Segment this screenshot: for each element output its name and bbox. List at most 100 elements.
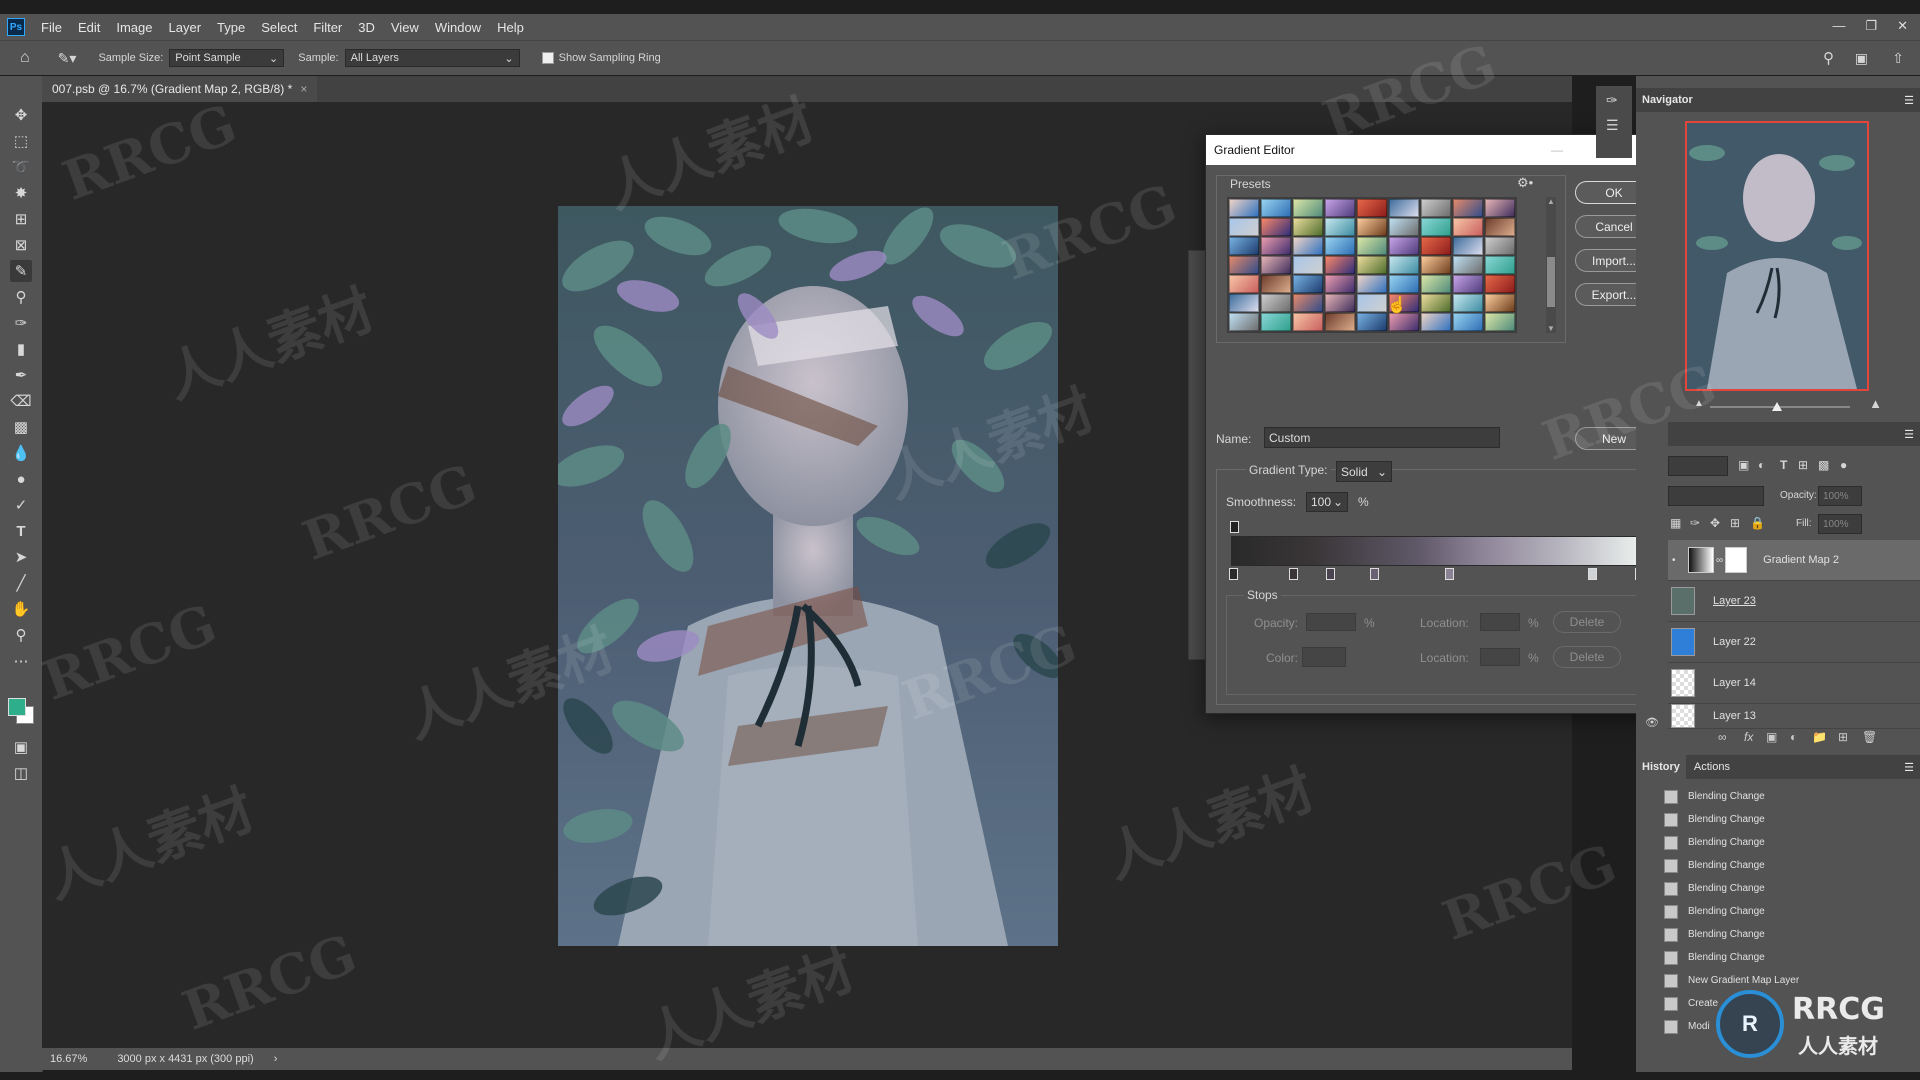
quick-mask-icon[interactable]: ▣ (10, 736, 32, 758)
gradient-preset-swatch[interactable] (1421, 294, 1451, 312)
gradient-preset-swatch[interactable] (1325, 294, 1355, 312)
gradient-preset-swatch[interactable] (1357, 218, 1387, 236)
document-tab[interactable]: 007.psb @ 16.7% (Gradient Map 2, RGB/8) … (42, 76, 318, 102)
gradient-preset-swatch[interactable] (1389, 256, 1419, 274)
filter-smart-object-icon[interactable]: ▩ (1818, 458, 1829, 472)
delete-color-stop-button[interactable]: Delete (1553, 646, 1621, 668)
gradient-preset-swatch[interactable] (1357, 199, 1387, 217)
eyedropper-tool-preset-icon[interactable]: ✎▾ (58, 50, 77, 67)
history-panel-menu-icon[interactable]: ☰ (1904, 761, 1914, 774)
history-item[interactable]: Blending Change (1636, 900, 1920, 923)
minimize-icon[interactable]: — (1832, 18, 1845, 34)
tab-actions[interactable]: Actions (1686, 761, 1738, 773)
dialog-minimize-icon[interactable]: — (1551, 143, 1563, 157)
gradient-preset-swatch[interactable] (1293, 256, 1323, 274)
history-brush-icon[interactable]: ✒ (10, 364, 32, 386)
gradient-preset-swatch[interactable] (1389, 237, 1419, 255)
zoom-tool-icon[interactable]: ⚲ (10, 624, 32, 646)
gradient-preset-swatch[interactable] (1325, 313, 1355, 331)
dodge-tool-icon[interactable]: ● (10, 468, 32, 490)
gradient-preview-bar[interactable] (1231, 536, 1645, 566)
menu-help[interactable]: Help (489, 20, 532, 35)
add-mask-icon[interactable]: ▣ (1766, 730, 1777, 744)
paint-bucket-icon[interactable]: ▩ (10, 416, 32, 438)
gradient-preset-swatch[interactable] (1325, 256, 1355, 274)
gradient-preset-swatch[interactable] (1325, 237, 1355, 255)
link-layers-icon[interactable]: ∞ (1718, 730, 1727, 744)
opacity-location-input[interactable] (1480, 613, 1520, 631)
gradient-preset-swatch[interactable] (1485, 199, 1515, 217)
gradient-preset-swatch[interactable] (1325, 199, 1355, 217)
zoom-level[interactable]: 16.67% (50, 1053, 87, 1065)
gradient-preset-swatch[interactable] (1453, 237, 1483, 255)
gradient-preset-swatch[interactable] (1229, 218, 1259, 236)
filter-toggle-icon[interactable]: ● (1840, 458, 1847, 472)
layers-panel-menu-icon[interactable]: ☰ (1904, 428, 1914, 441)
gradient-preset-swatch[interactable] (1357, 313, 1387, 331)
menu-edit[interactable]: Edit (70, 20, 108, 35)
name-input[interactable]: Custom (1264, 427, 1500, 448)
lock-position-icon[interactable]: ✥ (1710, 516, 1720, 530)
brush-tool-icon[interactable]: ✑ (10, 312, 32, 334)
menu-view[interactable]: View (383, 20, 427, 35)
scrollbar-thumb[interactable] (1547, 257, 1555, 307)
close-tab-icon[interactable]: × (300, 82, 307, 96)
color-stop-1[interactable] (1229, 568, 1238, 580)
presets-gear-icon[interactable]: ⚙• (1517, 175, 1533, 191)
gradient-preset-swatch[interactable] (1261, 313, 1291, 331)
zoom-out-icon[interactable]: ▲ (1694, 398, 1704, 409)
gradient-preset-swatch[interactable] (1485, 256, 1515, 274)
gradient-preset-swatch[interactable] (1485, 218, 1515, 236)
gradient-preset-swatch[interactable] (1421, 313, 1451, 331)
gradient-preset-swatch[interactable] (1261, 256, 1291, 274)
gradient-preset-swatch[interactable] (1229, 237, 1259, 255)
healing-brush-icon[interactable]: ⚲ (10, 286, 32, 308)
layer-name[interactable]: Gradient Map 2 (1763, 554, 1839, 566)
layer-mask-thumbnail[interactable] (1725, 547, 1748, 573)
filter-pixel-icon[interactable]: ▣ (1738, 458, 1749, 472)
menu-filter[interactable]: Filter (305, 20, 350, 35)
menu-select[interactable]: Select (253, 20, 305, 35)
gradient-preset-swatch[interactable] (1485, 237, 1515, 255)
pen-tool-icon[interactable]: ✓ (10, 494, 32, 516)
new-layer-icon[interactable]: ⊞ (1838, 730, 1848, 744)
presets-grid[interactable]: ☝ (1227, 197, 1517, 333)
sample-select[interactable]: All Layers ⌄ (344, 49, 520, 67)
gradient-preset-swatch[interactable] (1261, 275, 1291, 293)
color-stop-4[interactable] (1370, 568, 1379, 580)
filter-adjustment-icon[interactable]: ◐ (1758, 458, 1765, 472)
line-tool-icon[interactable]: ╱ (10, 572, 32, 594)
zoom-in-icon[interactable]: ▲ (1869, 396, 1882, 411)
delete-opacity-stop-button[interactable]: Delete (1553, 611, 1621, 633)
gradient-preset-swatch[interactable] (1453, 275, 1483, 293)
navigator-zoom-slider[interactable]: ▲ ▲ (1694, 396, 1882, 412)
gradient-preset-swatch[interactable] (1389, 313, 1419, 331)
menu-image[interactable]: Image (108, 20, 160, 35)
layer-name[interactable]: Layer 13 (1713, 710, 1756, 722)
adjustment-icon[interactable]: ◐ (1790, 730, 1797, 744)
gradient-preset-swatch[interactable] (1261, 218, 1291, 236)
filter-shape-icon[interactable]: ⊞ (1798, 458, 1808, 472)
sample-size-select[interactable]: Point Sample ⌄ (169, 49, 285, 67)
gradient-preset-swatch[interactable] (1453, 294, 1483, 312)
layer-row-layer-22[interactable]: Layer 22 (1668, 622, 1920, 663)
lock-artboard-icon[interactable]: ⊞ (1730, 516, 1740, 530)
move-tool-icon[interactable]: ✥ (10, 104, 32, 126)
gradient-preset-swatch[interactable] (1421, 256, 1451, 274)
layer-fill-input[interactable]: 100% (1818, 514, 1862, 534)
history-item[interactable]: Blending Change (1636, 785, 1920, 808)
layer-kind-filter[interactable] (1668, 456, 1728, 476)
gradient-preset-swatch[interactable] (1453, 313, 1483, 331)
gradient-preset-swatch[interactable] (1453, 218, 1483, 236)
eyedropper-tool-icon[interactable]: ✎ (10, 260, 32, 282)
type-tool-icon[interactable]: T (10, 520, 32, 542)
gradient-preset-swatch[interactable] (1325, 275, 1355, 293)
presets-scrollbar[interactable]: ▲ ▼ (1546, 197, 1556, 333)
hand-tool-icon[interactable]: ✋ (10, 598, 32, 620)
panel-menu-icon[interactable]: ☰ (1904, 94, 1914, 107)
more-tools-icon[interactable]: ⋯ (10, 650, 32, 672)
visibility-icon[interactable]: • (1672, 555, 1686, 566)
gradient-preset-swatch[interactable] (1357, 256, 1387, 274)
gradient-preset-swatch[interactable] (1293, 275, 1323, 293)
history-item[interactable]: New Gradient Map Layer (1636, 969, 1920, 992)
